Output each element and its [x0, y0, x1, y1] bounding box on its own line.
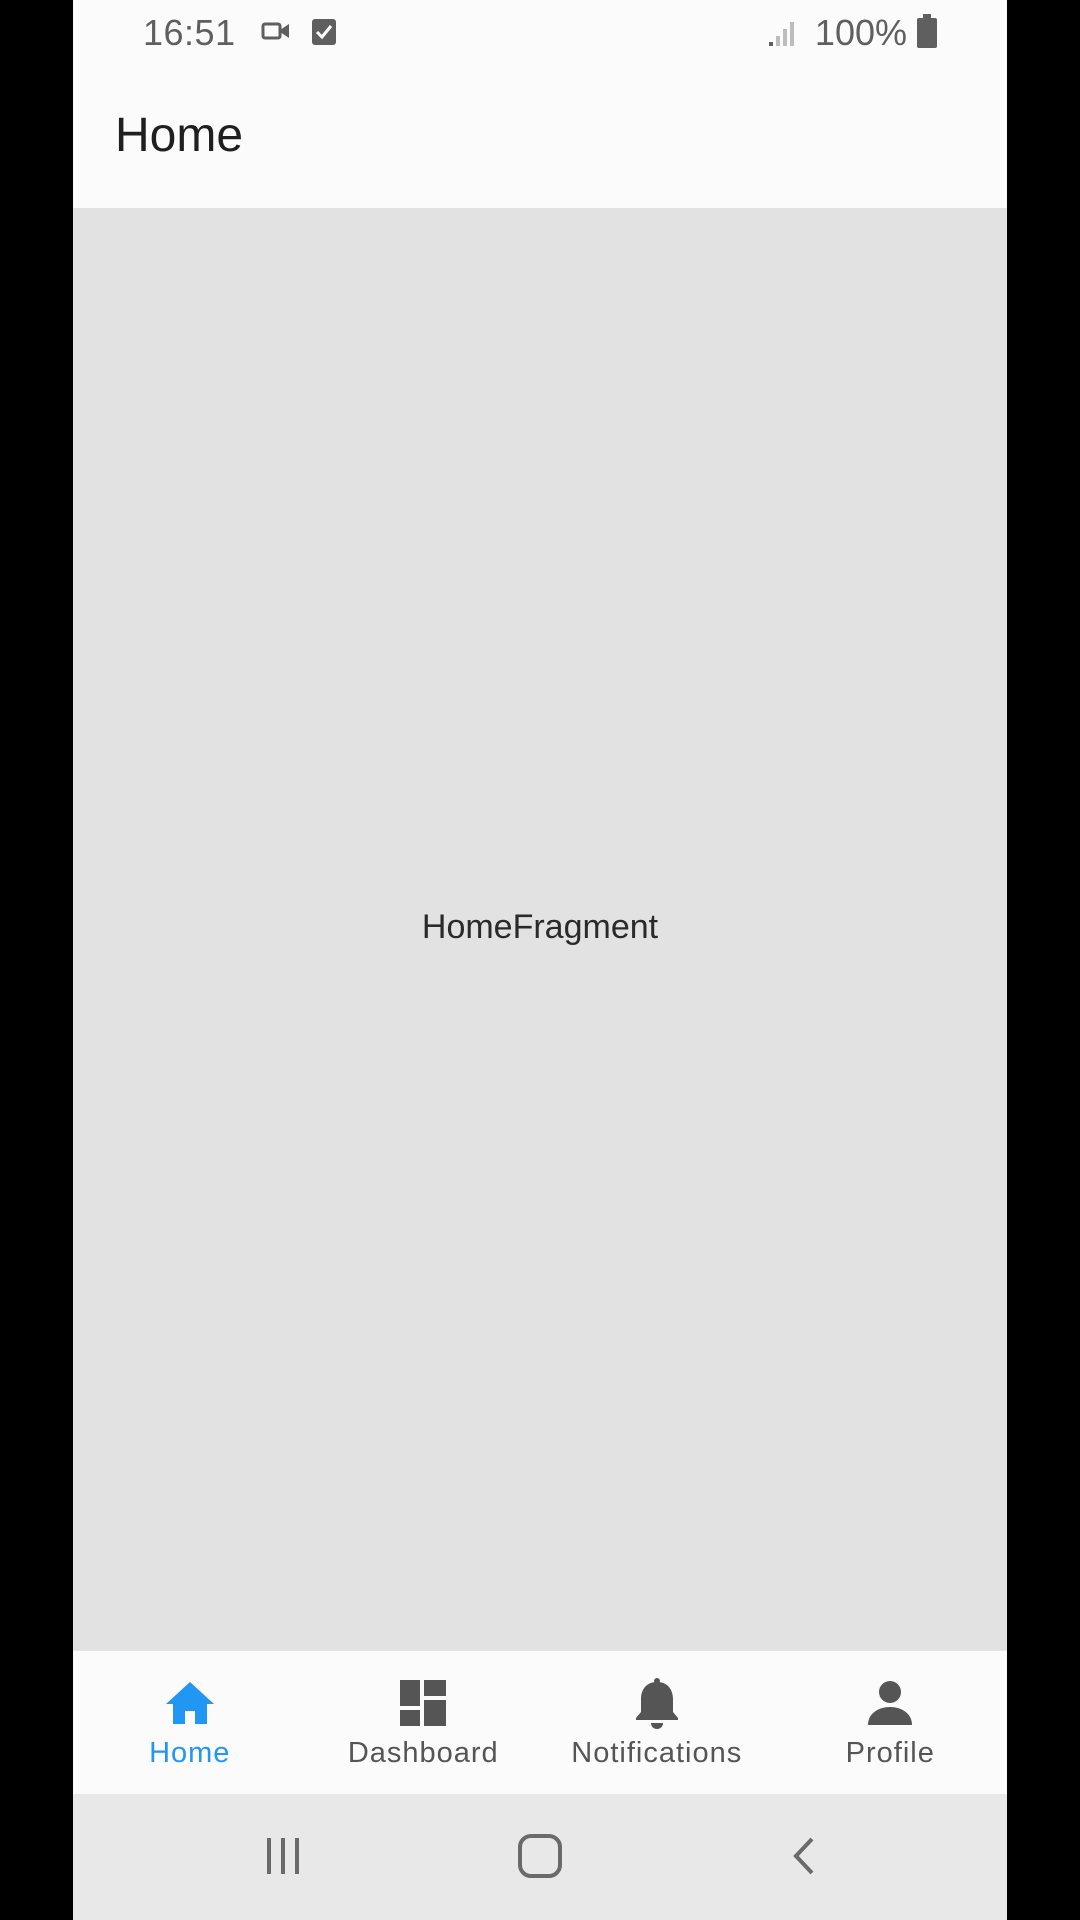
bottom-navigation: Home Dashboard Notifications Profile [73, 1650, 1007, 1795]
back-icon[interactable] [777, 1830, 833, 1882]
fragment-label: HomeFragment [421, 908, 659, 946]
home-icon [164, 1677, 216, 1729]
battery-icon [916, 14, 938, 53]
nav-item-notifications[interactable]: Notifications [540, 1651, 774, 1795]
page-title: Home [115, 109, 244, 162]
nav-label-dashboard: Dashboard [347, 1737, 499, 1769]
nav-label-notifications: Notifications [571, 1737, 743, 1769]
home-button-icon[interactable] [512, 1830, 568, 1882]
nav-label-home: Home [149, 1737, 231, 1769]
system-navigation-bar [73, 1794, 1007, 1920]
dashboard-icon [397, 1677, 449, 1729]
battery-percent: 100% [814, 12, 907, 53]
status-bar: 16:51 100% [73, 0, 1007, 64]
nav-item-profile[interactable]: Profile [774, 1651, 1008, 1795]
phone-screen: 16:51 100% Home HomeFragment Home Dashbo… [73, 0, 1007, 1920]
nav-item-dashboard[interactable]: Dashboard [307, 1651, 541, 1795]
signal-icon [767, 18, 797, 53]
video-camera-icon [261, 18, 291, 49]
fragment-container: HomeFragment [73, 208, 1007, 1650]
recent-apps-icon[interactable] [255, 1830, 311, 1882]
bell-icon [631, 1677, 683, 1729]
nav-label-profile: Profile [845, 1737, 935, 1769]
checkbox-icon [311, 16, 337, 51]
app-bar: Home [73, 64, 1007, 208]
nav-item-home[interactable]: Home [73, 1651, 307, 1795]
status-time: 16:51 [143, 12, 236, 53]
person-icon [864, 1677, 916, 1729]
